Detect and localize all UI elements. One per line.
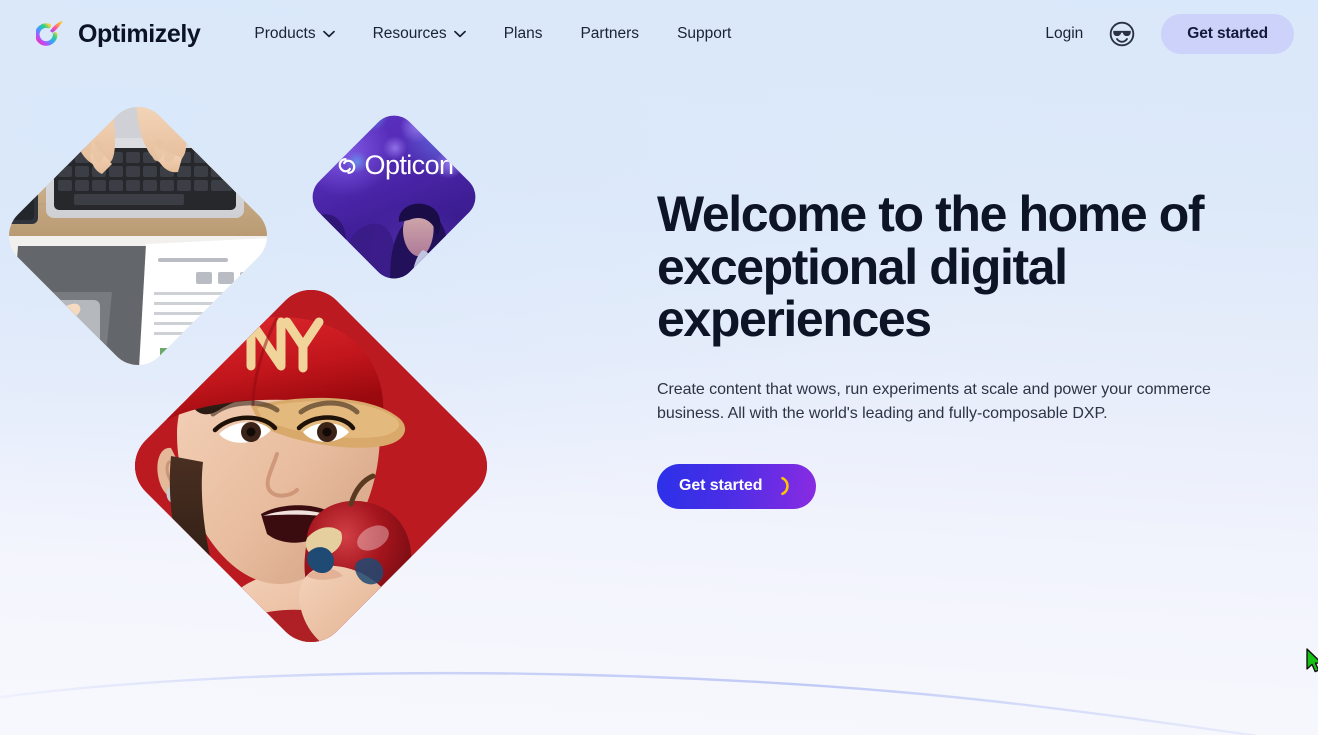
nav-item-products[interactable]: Products <box>252 19 336 49</box>
opticon-wordmark: Opticon <box>364 150 454 180</box>
hero-get-started-button[interactable]: Get started <box>657 463 817 509</box>
site-header: Optimizely Products Resources Plans Part… <box>0 0 1318 68</box>
smiley-sunglasses-face-icon[interactable] <box>1109 21 1135 47</box>
nav-item-plans[interactable]: Plans <box>502 19 545 49</box>
hero-cta-label: Get started <box>679 477 763 494</box>
optimizely-swoosh-logo-icon <box>36 20 63 46</box>
primary-navigation: Products Resources Plans Partners Suppor… <box>252 19 733 49</box>
chevron-down-icon <box>453 30 466 38</box>
loading-crescent-icon <box>781 476 790 496</box>
nav-item-resources[interactable]: Resources <box>371 19 468 49</box>
nav-item-support[interactable]: Support <box>675 19 733 49</box>
chevron-down-icon <box>322 30 335 38</box>
nav-item-partners[interactable]: Partners <box>578 19 641 49</box>
hero-content: Welcome to the home of exceptional digit… <box>657 188 1247 509</box>
login-link[interactable]: Login <box>1045 25 1083 43</box>
header-actions: Login Get started <box>1045 14 1294 54</box>
brand-name: Optimizely <box>78 19 201 48</box>
page-title: Welcome to the home of exceptional digit… <box>657 186 1205 347</box>
nav-label-resources: Resources <box>372 25 447 42</box>
nav-label-support: Support <box>677 25 732 42</box>
nav-label-products: Products <box>254 25 316 42</box>
hero-subtitle: Create content that wows, run experiment… <box>657 380 1211 422</box>
nav-label-plans: Plans <box>503 25 543 42</box>
header-get-started-button[interactable]: Get started <box>1161 14 1294 54</box>
nav-label-partners: Partners <box>580 25 640 42</box>
brand-logo[interactable]: Optimizely <box>36 17 201 51</box>
